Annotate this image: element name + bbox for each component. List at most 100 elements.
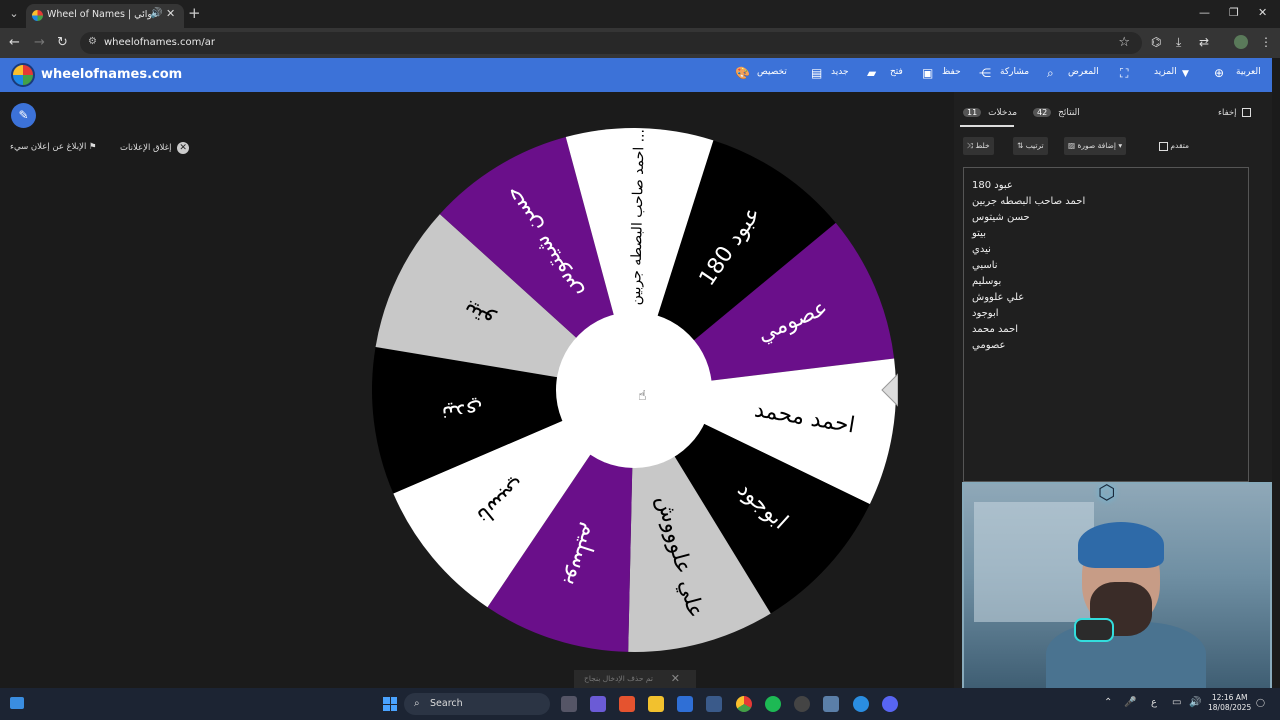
close-ads-label: إغلاق الإعلانات: [120, 143, 172, 153]
wheel-center-hub[interactable]: [556, 312, 712, 468]
language-button[interactable]: العربية: [1236, 67, 1261, 77]
window-close-icon[interactable]: ✕: [1258, 6, 1267, 19]
tab-results[interactable]: 42 النتائج: [1033, 108, 1080, 118]
add-image-button[interactable]: ▨ إضافة صورة ▾: [1064, 137, 1127, 155]
logo-icon[interactable]: [11, 63, 35, 87]
address-bar[interactable]: ⚙ wheelofnames.com/ar ☆: [80, 32, 1142, 54]
teams-icon[interactable]: [590, 696, 606, 712]
back-icon[interactable]: ←: [9, 35, 20, 50]
browser-tab-strip: ⌄ Wheel of Names | العشوائي 🔊 ✕ + — ❐ ✕: [0, 0, 1280, 28]
entry-line[interactable]: عبود 180: [972, 178, 1240, 194]
notification-icon[interactable]: ◯: [1256, 698, 1265, 707]
more-button[interactable]: المزيد: [1154, 67, 1177, 77]
folder-icon[interactable]: ▰: [867, 66, 876, 80]
entries-textarea[interactable]: عبود 180 احمد صاحب البصطه جربين حسن شيتوس ب…: [963, 167, 1249, 482]
entry-line[interactable]: ناسبي: [972, 258, 1240, 274]
audio-icon[interactable]: 🔊: [150, 8, 162, 19]
entry-line[interactable]: نيدي: [972, 242, 1240, 258]
restore-icon[interactable]: ❐: [1229, 6, 1239, 19]
download-icon[interactable]: ⤓: [1176, 35, 1181, 50]
tray-chevron-icon[interactable]: ⌃: [1104, 697, 1112, 708]
extension-icon[interactable]: ⌬: [1151, 35, 1161, 49]
share-icon[interactable]: ⋲: [979, 66, 991, 80]
microphone-icon: [1074, 618, 1114, 642]
gallery-button[interactable]: المعرض: [1068, 67, 1099, 77]
site-info-icon[interactable]: ⚙: [88, 36, 97, 47]
brave-icon[interactable]: [619, 696, 635, 712]
tab-close-icon[interactable]: ✕: [166, 7, 175, 20]
webcam-background: [974, 502, 1094, 622]
pencil-icon[interactable]: ✎: [11, 103, 36, 128]
taskbar-search[interactable]: ⌕ Search: [404, 693, 550, 715]
profile-avatar[interactable]: [1234, 35, 1248, 49]
chrome-icon[interactable]: [736, 696, 752, 712]
advanced-toggle[interactable]: متقدم: [1156, 141, 1189, 151]
globe-icon[interactable]: ⊕: [1214, 66, 1224, 80]
site-name[interactable]: wheelofnames.com: [41, 67, 182, 82]
palette-icon[interactable]: 🎨: [735, 66, 750, 80]
translate-icon[interactable]: ⇄: [1199, 35, 1209, 49]
entry-line[interactable]: حسن شيتوس: [972, 210, 1240, 226]
search-icon[interactable]: ⌕: [1047, 66, 1054, 81]
close-icon: ✕: [177, 142, 190, 154]
webcam-overlay: ⬡: [962, 482, 1272, 690]
save-icon[interactable]: ▣: [922, 66, 933, 80]
advanced-checkbox[interactable]: [1159, 141, 1168, 151]
entry-line[interactable]: بوسليم: [972, 274, 1240, 290]
mic-icon[interactable]: 🎤: [1124, 697, 1136, 708]
hand-cursor-icon: ☝: [638, 388, 647, 404]
share-button[interactable]: مشاركة: [1000, 67, 1029, 77]
entry-line[interactable]: احمد محمد: [972, 322, 1240, 338]
spotify-icon[interactable]: [765, 696, 781, 712]
widgets-icon[interactable]: [10, 697, 24, 709]
toast-close-icon[interactable]: ✕: [671, 670, 680, 688]
clock[interactable]: 12:16 AM 18/08/2025: [1208, 693, 1251, 713]
new-button[interactable]: جديد: [831, 67, 849, 77]
open-button[interactable]: فتح: [890, 67, 903, 77]
tab-entries[interactable]: 11 مدخلات: [963, 108, 1017, 118]
close-ads-link[interactable]: إغلاق الإعلانات ✕: [120, 142, 190, 154]
photos-icon[interactable]: [823, 696, 839, 712]
file-explorer-icon[interactable]: [648, 696, 664, 712]
browser-app-icon[interactable]: [853, 696, 869, 712]
bookmark-star-icon[interactable]: ☆: [1118, 35, 1130, 50]
store-icon[interactable]: [677, 696, 693, 712]
entry-line[interactable]: عصومي: [972, 338, 1240, 354]
app-icon[interactable]: [706, 696, 722, 712]
menu-icon[interactable]: ⋮: [1260, 35, 1272, 49]
new-tab-icon[interactable]: +: [188, 4, 201, 22]
entry-line[interactable]: ابوجود: [972, 306, 1240, 322]
search-icon: ⌕: [414, 698, 420, 709]
url-text[interactable]: wheelofnames.com/ar: [104, 37, 215, 48]
task-view-icon[interactable]: [561, 696, 577, 712]
shuffle-button[interactable]: ⤨ خلط: [963, 137, 994, 155]
discord-icon[interactable]: [882, 696, 898, 712]
fullscreen-icon[interactable]: ⛶: [1120, 66, 1128, 81]
chevron-down-icon[interactable]: ▼: [1182, 69, 1189, 79]
name-wheel[interactable]: عبود 180عصومياحمد محمدابوجودعلي علوووشبو…: [370, 126, 898, 654]
entry-line[interactable]: بيتو: [972, 226, 1240, 242]
entry-line[interactable]: احمد صاحب البصطه جربين: [972, 194, 1240, 210]
volume-icon[interactable]: 🔊: [1189, 697, 1201, 708]
results-label: النتائج: [1058, 108, 1080, 118]
customize-button[interactable]: تخصيص: [757, 67, 787, 77]
report-ad-link[interactable]: الإبلاغ عن إعلان سيء ⚑: [10, 142, 97, 152]
reload-icon[interactable]: ↻: [57, 35, 68, 50]
entry-line[interactable]: علي علووش: [972, 290, 1240, 306]
tab-search-icon[interactable]: ⌄: [5, 6, 23, 22]
network-icon[interactable]: ▭: [1172, 697, 1181, 708]
webcam-person-hair: [1078, 522, 1164, 568]
report-ad-label: الإبلاغ عن إعلان سيء: [10, 142, 87, 152]
settings-icon[interactable]: [794, 696, 810, 712]
browser-toolbar: ← → ↻ ⚙ wheelofnames.com/ar ☆ ⌬ ⤓ ⇄ ⋮: [0, 28, 1280, 58]
forward-icon[interactable]: →: [34, 35, 45, 50]
language-indicator[interactable]: ع: [1151, 697, 1157, 708]
new-file-icon[interactable]: ▤: [811, 66, 822, 80]
hide-toggle[interactable]: إخفاء: [1218, 108, 1252, 118]
sort-button[interactable]: ⇅ ترتيب: [1013, 137, 1048, 155]
browser-tab[interactable]: Wheel of Names | العشوائي 🔊 ✕: [26, 4, 184, 28]
windows-start-icon[interactable]: [383, 697, 397, 711]
save-button[interactable]: حفظ: [942, 67, 961, 77]
minimize-icon[interactable]: —: [1199, 6, 1210, 19]
hide-checkbox[interactable]: [1242, 108, 1252, 117]
